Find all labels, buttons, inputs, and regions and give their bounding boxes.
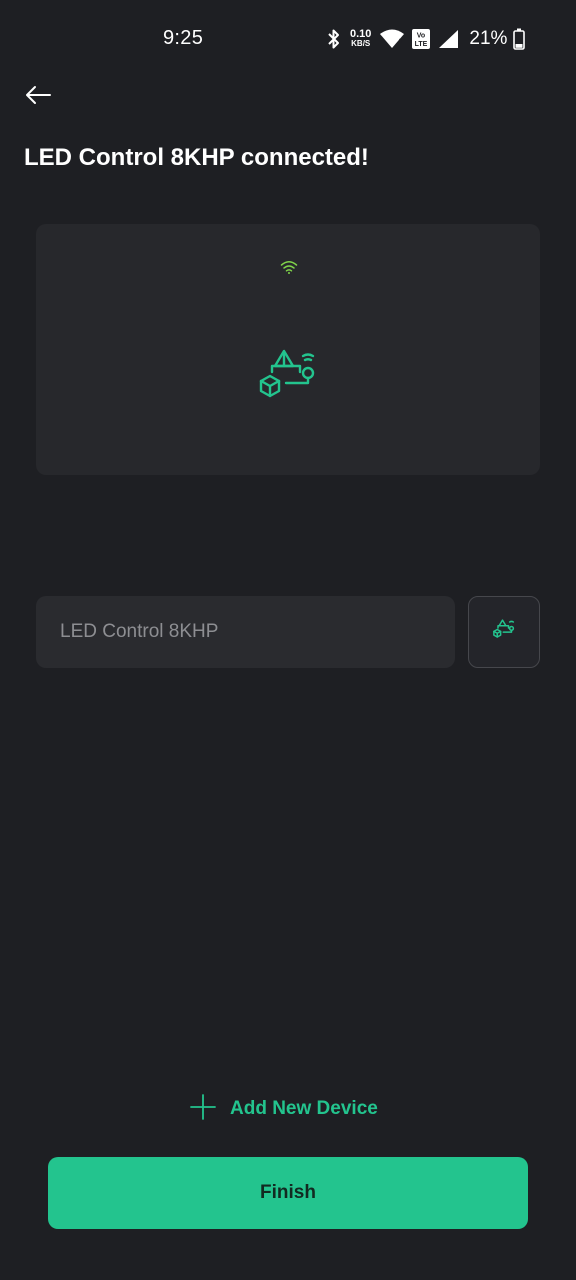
battery-percent: 21% xyxy=(469,28,508,49)
wifi-icon xyxy=(280,260,298,279)
status-icons: 0.10 KB/S Vo LTE 21% xyxy=(326,26,526,52)
battery-icon xyxy=(513,28,526,50)
signal-icon xyxy=(437,29,459,49)
add-new-device-button[interactable]: Add New Device xyxy=(190,1092,378,1126)
arrow-left-icon xyxy=(24,85,52,110)
finish-button[interactable]: Finish xyxy=(48,1157,528,1229)
add-new-device-label: Add New Device xyxy=(230,1098,378,1119)
icon-picker-button[interactable] xyxy=(468,596,540,668)
status-time: 9:25 xyxy=(163,27,204,49)
device-connected-screen: 9:25 0.10 KB/S Vo LTE 21% LED Control 8K… xyxy=(0,0,576,1280)
device-template-icon xyxy=(492,619,516,645)
page-title: LED Control 8KHP connected! xyxy=(24,144,369,171)
svg-text:LTE: LTE xyxy=(415,41,428,48)
network-speed-unit: KB/S xyxy=(351,39,371,48)
network-speed: 0.10 KB/S xyxy=(350,28,372,49)
svg-text:Vo: Vo xyxy=(417,33,425,40)
back-button[interactable] xyxy=(20,80,56,114)
device-preview-card xyxy=(36,224,540,475)
plus-icon xyxy=(190,1093,216,1125)
status-bar: 9:25 0.10 KB/S Vo LTE 21% xyxy=(0,0,576,78)
bluetooth-icon xyxy=(326,28,342,50)
finish-label: Finish xyxy=(260,1182,316,1203)
network-speed-value: 0.10 xyxy=(350,28,372,40)
device-name-field[interactable] xyxy=(36,596,455,668)
wifi-icon xyxy=(379,29,405,49)
volte-icon: Vo LTE xyxy=(411,28,431,50)
device-template-icon xyxy=(256,348,320,409)
